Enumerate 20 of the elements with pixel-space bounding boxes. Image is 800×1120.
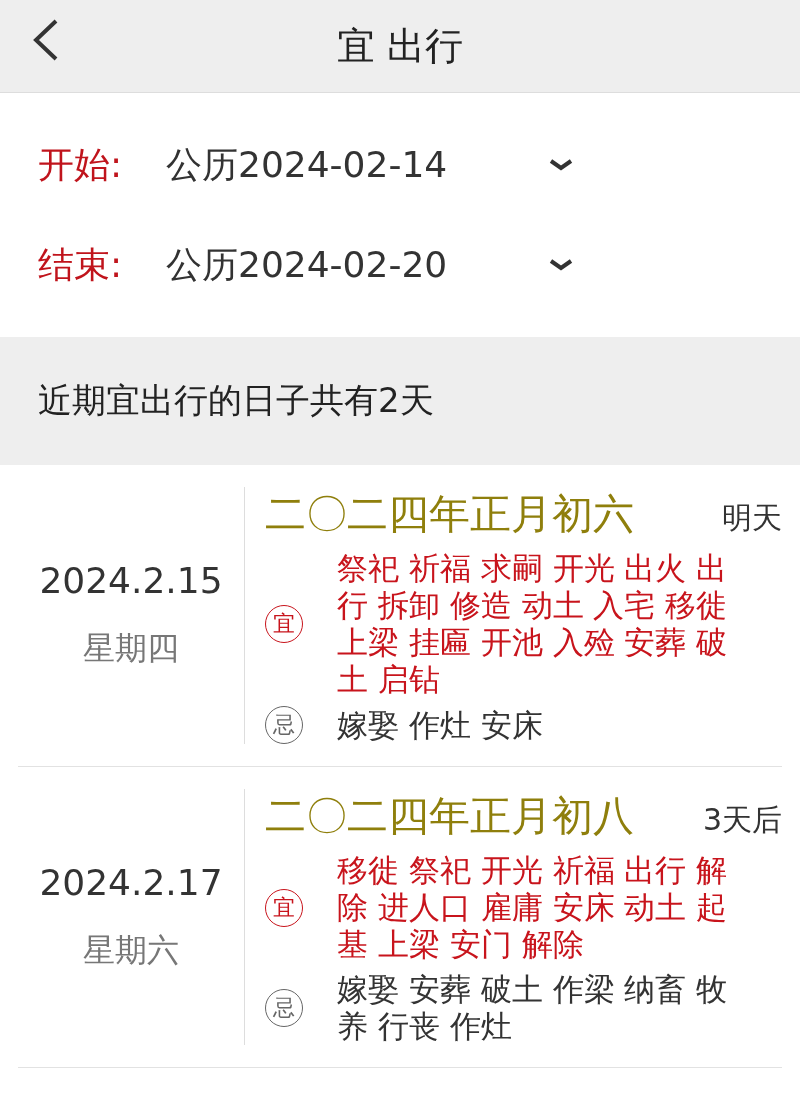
chevron-down-icon[interactable] <box>548 158 574 172</box>
weekday: 星期四 <box>83 628 179 669</box>
field-label: 结束: <box>38 242 124 287</box>
suitable-activities: 移徙 祭祀 开光 祈福 出行 解除 进人口 雇庸 安床 动土 起基 上梁 安门 解除 <box>337 852 729 963</box>
avoid-activities: 嫁娶 作灶 安床 <box>337 706 544 744</box>
lunar-date: 二〇二四年正月初八 <box>265 791 634 842</box>
relative-day: 3天后 <box>702 800 782 841</box>
relative-day: 明天 <box>722 498 782 539</box>
chevron-down-icon[interactable] <box>548 258 574 272</box>
summary-text: 近期宜出行的日子共有2天 <box>38 379 434 422</box>
suitable-activities: 祭祀 祈福 求嗣 开光 出火 出行 拆卸 修造 动土 入宅 移徙上梁 挂匾 开池 入殓 安葬 破土 启钻 <box>337 550 729 698</box>
weekday: 星期六 <box>83 929 179 971</box>
lunar-date: 二〇二四年正月初六 <box>265 489 634 540</box>
field-label: 开始: <box>38 142 124 187</box>
solar-date: 2024.2.17 <box>39 861 223 903</box>
date-dropdown[interactable]: 公历2024-02-20 <box>166 240 546 290</box>
solar-date: 2024.2.15 <box>39 560 223 601</box>
page-title: 宜 出行 <box>336 22 464 70</box>
avoid-activities: 嫁娶 安葬 破土 作梁 纳畜 牧养 行丧 作灶 <box>337 971 729 1045</box>
date-dropdown[interactable]: 公历2024-02-14 <box>166 140 546 190</box>
